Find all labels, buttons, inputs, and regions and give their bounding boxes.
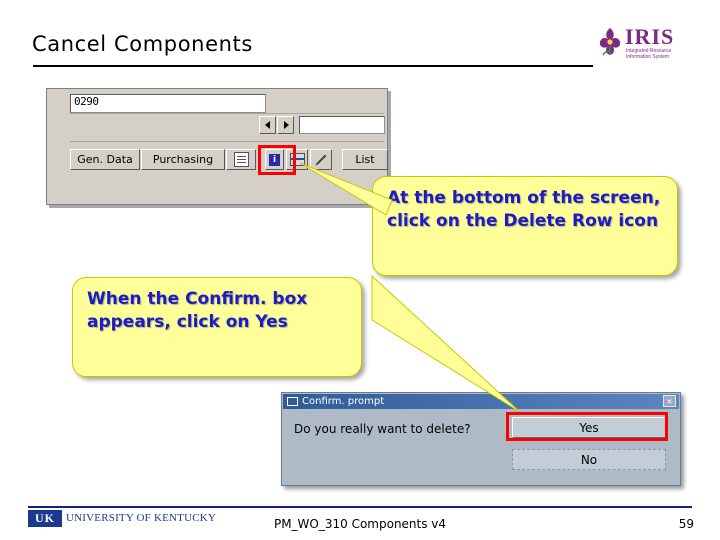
delete-row-highlight (258, 145, 296, 175)
yes-button-highlight (506, 412, 668, 441)
slide-root: Cancel Components IRIS Integrated Resour… (0, 0, 720, 540)
callout-tails (299, 162, 521, 413)
